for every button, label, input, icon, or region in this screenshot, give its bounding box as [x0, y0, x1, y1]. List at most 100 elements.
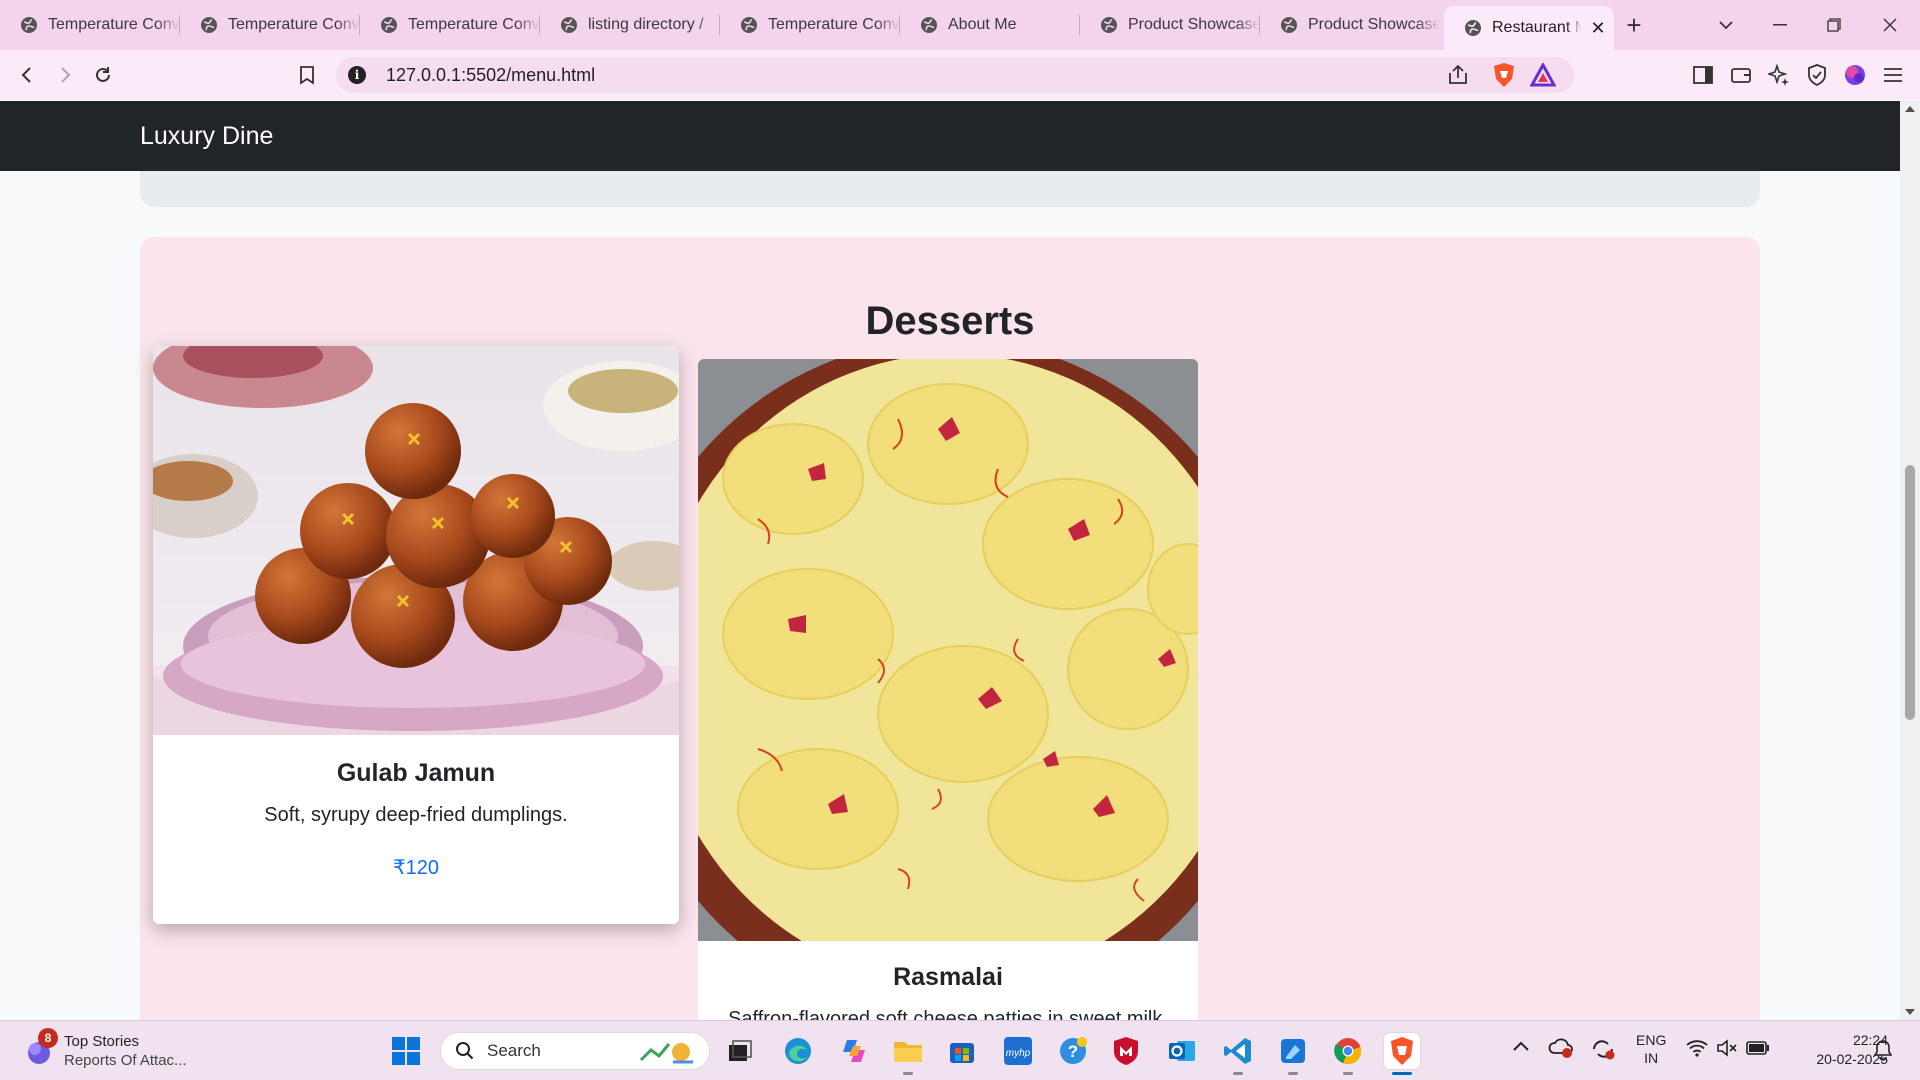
- minimize-button[interactable]: [1752, 0, 1808, 50]
- section-title: Desserts: [865, 299, 1035, 343]
- tab-title: Product Showcase: [1308, 16, 1440, 33]
- sync-icon[interactable]: [1590, 1037, 1616, 1066]
- notification-bell-icon[interactable]: [1873, 1039, 1893, 1066]
- scroll-up-icon[interactable]: [1905, 105, 1915, 113]
- scroll-thumb[interactable]: [1905, 465, 1915, 720]
- item-description: Saffron-flavored soft cheese patties in …: [728, 1008, 1168, 1020]
- forward-icon[interactable]: [46, 56, 84, 94]
- brand-logo[interactable]: Luxury Dine: [140, 122, 273, 151]
- globe-icon: [1101, 17, 1117, 33]
- item-description: Soft, syrupy deep-fried dumplings.: [264, 804, 568, 826]
- close-tab-icon[interactable]: ✕: [1582, 18, 1614, 39]
- tab[interactable]: Temperature Converter: [720, 0, 900, 50]
- globe-icon: [921, 17, 937, 33]
- item-name: Rasmalai: [893, 963, 1003, 991]
- tab-active[interactable]: Restaurant Menu ✕: [1444, 6, 1614, 50]
- windows-taskbar: 8 Top Stories Reports Of Attac... Search…: [0, 1020, 1920, 1080]
- brave-shields-icon[interactable]: [1492, 62, 1516, 93]
- tab[interactable]: Product Showcase: [1080, 0, 1260, 50]
- search-icon: [456, 1042, 474, 1060]
- volume-muted-icon[interactable]: [1716, 1039, 1738, 1062]
- microsoft-store-icon[interactable]: [944, 1033, 980, 1069]
- wifi-icon[interactable]: [1686, 1039, 1708, 1062]
- tab-title: Temperature Converter: [768, 16, 900, 33]
- reload-icon[interactable]: [84, 56, 122, 94]
- wallet-icon[interactable]: [1728, 62, 1754, 88]
- url-text[interactable]: 127.0.0.1:5502/menu.html: [386, 65, 595, 86]
- tab-title: Temperature Converter: [228, 16, 360, 33]
- news-badge: 8: [38, 1028, 58, 1048]
- tab-search-icon[interactable]: [1698, 0, 1754, 50]
- restore-button[interactable]: [1806, 0, 1862, 50]
- tab-title: listing directory /: [588, 16, 704, 33]
- news-widget[interactable]: 8 Top Stories Reports Of Attac...: [20, 1028, 220, 1072]
- tab[interactable]: Temperature Converter: [0, 0, 180, 50]
- svg-text:?: ?: [1068, 1042, 1078, 1061]
- navbar: Luxury Dine: [0, 101, 1900, 171]
- site-info-icon[interactable]: i: [348, 66, 366, 84]
- tab-strip: Temperature Converter Temperature Conver…: [0, 0, 1920, 50]
- search-placeholder: Search: [487, 1041, 541, 1060]
- battery-icon[interactable]: [1746, 1041, 1770, 1060]
- tab[interactable]: About Me: [900, 0, 1080, 50]
- brave-icon[interactable]: [1384, 1033, 1420, 1075]
- vpn-icon[interactable]: [1804, 62, 1830, 88]
- chrome-icon[interactable]: [1330, 1033, 1366, 1075]
- start-icon[interactable]: [388, 1033, 424, 1069]
- news-subtitle: Reports Of Attac...: [64, 1052, 187, 1069]
- gulab-jamun-image: [153, 346, 679, 735]
- whiteboard-icon[interactable]: [1275, 1033, 1311, 1075]
- clock[interactable]: 22:24 20-02-2025: [1778, 1031, 1888, 1069]
- globe-icon: [381, 17, 397, 33]
- tab[interactable]: Temperature Converter: [360, 0, 540, 50]
- desserts-section: Desserts Gulab Jamun Soft, syrupy deep-f…: [140, 237, 1760, 1020]
- close-window-button[interactable]: [1862, 0, 1918, 50]
- profile-icon[interactable]: [1842, 62, 1868, 88]
- share-icon[interactable]: [1446, 63, 1470, 92]
- menu-icon[interactable]: [1880, 62, 1906, 88]
- language-indicator[interactable]: ENG IN: [1636, 1031, 1666, 1067]
- news-title: Top Stories: [64, 1033, 140, 1050]
- svg-text:myhp: myhp: [1006, 1048, 1031, 1059]
- globe-icon: [561, 17, 577, 33]
- bookmark-icon[interactable]: [288, 56, 326, 94]
- leo-ai-icon[interactable]: [1766, 62, 1792, 88]
- vscode-icon[interactable]: [1220, 1033, 1256, 1075]
- new-tab-button[interactable]: +: [1614, 10, 1654, 41]
- tab[interactable]: Temperature Converter: [180, 0, 360, 50]
- globe-icon: [201, 17, 217, 33]
- back-icon[interactable]: [8, 56, 46, 94]
- sidebar-icon[interactable]: [1690, 62, 1716, 88]
- item-name: Gulab Jamun: [336, 759, 496, 787]
- copilot-icon[interactable]: [836, 1033, 872, 1069]
- menu-item-card[interactable]: Gulab Jamun Soft, syrupy deep-fried dump…: [153, 346, 679, 924]
- tray-overflow-icon[interactable]: [1512, 1039, 1530, 1057]
- menu-item-card[interactable]: Rasmalai Saffron-flavored soft cheese pa…: [698, 359, 1198, 1020]
- browser-toolbar: i 127.0.0.1:5502/menu.html: [0, 50, 1920, 100]
- edge-icon[interactable]: [780, 1033, 816, 1069]
- tab[interactable]: listing directory /: [540, 0, 720, 50]
- tab-title: Temperature Converter: [408, 16, 540, 33]
- tab-title: About Me: [948, 16, 1017, 33]
- tab[interactable]: Product Showcase: [1260, 0, 1440, 50]
- file-explorer-icon[interactable]: [890, 1033, 926, 1075]
- address-bar[interactable]: i 127.0.0.1:5502/menu.html: [336, 57, 1574, 93]
- search-highlight-icon: [639, 1043, 693, 1064]
- globe-icon: [1281, 17, 1297, 33]
- outlook-icon[interactable]: [1164, 1033, 1200, 1069]
- mcafee-icon[interactable]: [1108, 1033, 1144, 1069]
- tab-title: Product Showcase: [1128, 16, 1260, 33]
- brave-rewards-icon[interactable]: [1529, 61, 1557, 92]
- page-viewport: Luxury Dine Desserts Gulab Jamun Soft, s…: [0, 101, 1900, 1020]
- scroll-down-icon[interactable]: [1905, 1008, 1915, 1016]
- onedrive-icon[interactable]: [1548, 1037, 1574, 1064]
- previous-section: [140, 171, 1760, 207]
- task-view-icon[interactable]: [722, 1033, 758, 1069]
- globe-icon: [21, 17, 37, 33]
- taskbar-search[interactable]: Search: [440, 1032, 710, 1070]
- tab-title: Restaurant Menu: [1492, 19, 1582, 36]
- tab-title: Temperature Converter: [48, 16, 180, 33]
- mcafee-app-icon[interactable]: myhp: [1000, 1033, 1036, 1069]
- page-scrollbar[interactable]: [1900, 101, 1920, 1020]
- get-help-icon[interactable]: ?: [1055, 1033, 1091, 1069]
